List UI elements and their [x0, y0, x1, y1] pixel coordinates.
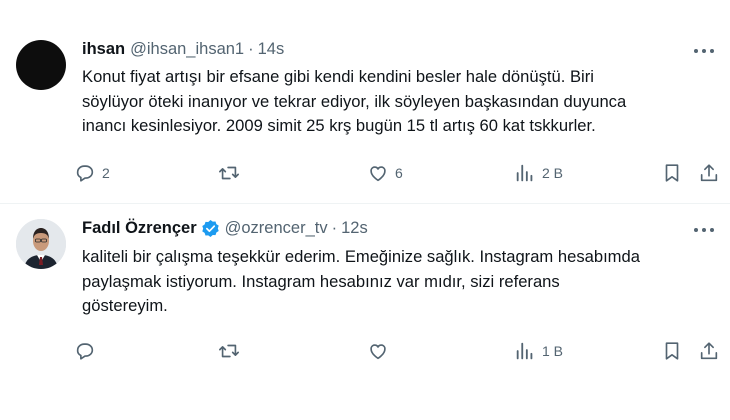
- bookmark-icon: [665, 164, 679, 182]
- divider: [0, 203, 730, 204]
- tweet-header: Fadıl Özrençer @ozrencer_tv · 12s: [82, 219, 368, 238]
- reply-icon: [76, 165, 94, 182]
- avatar-photo: [16, 219, 66, 269]
- bookmark-icon: [665, 342, 679, 360]
- reply-button[interactable]: [74, 340, 102, 362]
- avatar[interactable]: [16, 40, 66, 90]
- bookmark-button[interactable]: [661, 162, 683, 184]
- like-count: 6: [395, 165, 403, 181]
- share-button[interactable]: [698, 340, 720, 362]
- views-button[interactable]: 1 B: [514, 340, 563, 362]
- tweet-text-line: paylaşmak istiyorum. Instagram hesabınız…: [82, 271, 560, 291]
- tweet-text-line: Konut fiyat artışı bir efsane gibi kendi…: [82, 67, 594, 86]
- view-count: 2 B: [542, 165, 564, 181]
- reply-icon: [76, 343, 94, 360]
- reply-button[interactable]: 2: [74, 162, 110, 184]
- bookmark-button[interactable]: [661, 340, 683, 362]
- tweet-header: ihsan @ihsan_ihsan1 · 14s: [82, 40, 284, 59]
- retweet-button[interactable]: [218, 162, 246, 184]
- reply-count: 2: [102, 165, 110, 181]
- like-button[interactable]: 6: [367, 162, 403, 184]
- author-name[interactable]: ihsan: [82, 40, 125, 59]
- like-button[interactable]: [367, 340, 395, 362]
- retweet-icon: [219, 166, 239, 180]
- separator-dot: ·: [248, 40, 254, 58]
- author-handle[interactable]: @ozrencer_tv: [225, 219, 328, 238]
- tweet-text: Konut fiyat artışı bir efsane gibi kendi…: [82, 65, 722, 139]
- like-icon: [370, 344, 386, 360]
- author-handle[interactable]: @ihsan_ihsan1: [130, 40, 244, 59]
- like-icon: [370, 166, 386, 182]
- action-bar: 1 B: [72, 340, 722, 364]
- share-icon: [700, 342, 718, 360]
- more-icon[interactable]: [692, 46, 716, 56]
- more-icon[interactable]: [692, 225, 716, 235]
- author-name[interactable]: Fadıl Özrençer: [82, 219, 197, 238]
- views-icon: [516, 164, 533, 182]
- tweet-text-line: söylüyor öteki inanıyor ve tekrar ediyor…: [82, 91, 627, 111]
- retweet-button[interactable]: [218, 340, 246, 362]
- tweet-text: kaliteli bir çalışma teşekkür ederim. Em…: [82, 245, 722, 319]
- tweet-text-line: göstereyim.: [82, 296, 168, 315]
- timestamp[interactable]: 12s: [341, 219, 368, 238]
- tweet-text-line: inancı kesinlesiyor. 2009 simit 25 krş b…: [82, 116, 596, 135]
- share-button[interactable]: [698, 162, 720, 184]
- action-bar: 2 6 2 B: [72, 162, 722, 186]
- verified-badge-icon: [201, 220, 219, 237]
- tweet-text-line: kaliteli bir çalışma teşekkür ederim. Em…: [82, 247, 640, 266]
- views-icon: [516, 342, 533, 360]
- timestamp[interactable]: 14s: [258, 40, 285, 59]
- retweet-icon: [219, 344, 239, 358]
- avatar[interactable]: [16, 219, 66, 269]
- separator-dot: ·: [331, 219, 338, 237]
- views-button[interactable]: 2 B: [514, 162, 563, 184]
- share-icon: [700, 164, 718, 182]
- view-count: 1 B: [542, 343, 564, 359]
